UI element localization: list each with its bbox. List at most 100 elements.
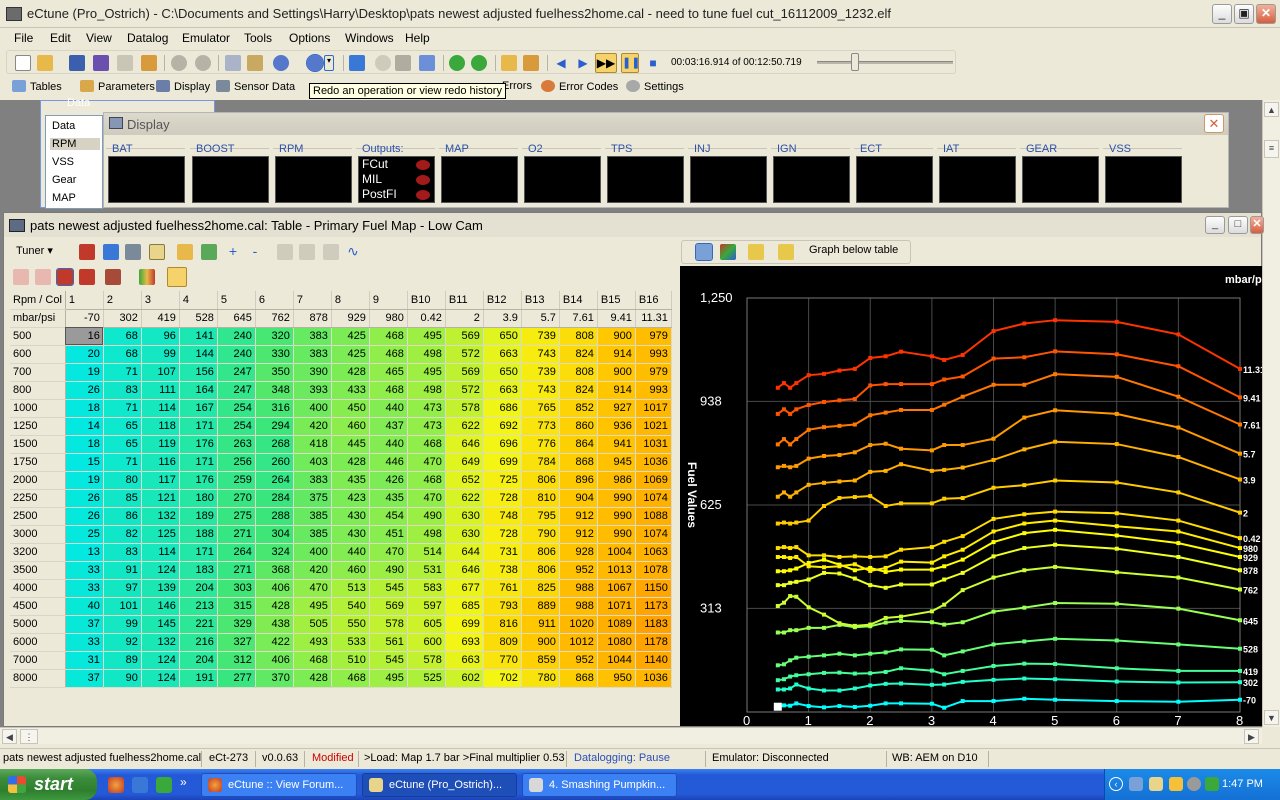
table-cell[interactable]: 979 (635, 327, 672, 346)
verify-icon[interactable] (195, 55, 211, 71)
map-axis-value[interactable]: 0.42 (407, 309, 446, 328)
table-cell[interactable]: 699 (483, 453, 522, 472)
table-cell[interactable]: 460 (331, 561, 370, 580)
table-cell[interactable]: 383 (293, 327, 332, 346)
table-cell[interactable]: 809 (483, 633, 522, 652)
table-cell[interactable]: 900 (597, 363, 636, 382)
map-axis-value[interactable]: 762 (255, 309, 294, 328)
table-cell[interactable]: 90 (103, 669, 142, 688)
table-cell[interactable]: 259 (217, 471, 256, 490)
redo-cell-icon[interactable] (35, 269, 51, 285)
scroll-down-arrow-icon[interactable]: ▼ (1264, 710, 1279, 725)
filter-settings-icon[interactable] (103, 244, 119, 260)
filter-icon[interactable] (79, 244, 95, 260)
table-cell[interactable]: 490 (369, 561, 408, 580)
table-cell[interactable]: 685 (445, 597, 484, 616)
rpm-row-header[interactable]: 4000 (10, 579, 66, 598)
table-cell[interactable]: 1031 (635, 435, 672, 454)
table-cell[interactable]: 176 (179, 435, 218, 454)
table-cell[interactable]: 139 (141, 579, 180, 598)
table-cell[interactable]: 498 (407, 381, 446, 400)
table-cell[interactable]: 454 (369, 507, 408, 526)
table-cell[interactable]: 430 (331, 525, 370, 544)
table-cell[interactable]: 650 (483, 363, 522, 382)
table-cell[interactable]: 37 (65, 669, 104, 688)
table-cell[interactable]: 465 (369, 363, 408, 382)
table-cell[interactable]: 171 (179, 453, 218, 472)
maximize-button[interactable]: ▣ (1234, 4, 1254, 24)
wave-icon[interactable]: ∿ (345, 244, 361, 260)
table-cell[interactable]: 141 (179, 327, 218, 346)
table-cell[interactable]: 1088 (635, 507, 672, 526)
table-cell[interactable]: 13 (65, 543, 104, 562)
burn-icon[interactable] (171, 55, 187, 71)
table-cell[interactable]: 440 (331, 543, 370, 562)
table-cell[interactable]: 82 (103, 525, 142, 544)
table-cell[interactable]: 470 (407, 453, 446, 472)
step-forward-icon[interactable]: ▶ (575, 55, 591, 71)
table-cell[interactable]: 445 (331, 435, 370, 454)
table-cell[interactable]: 743 (521, 381, 560, 400)
table-cell[interactable]: 468 (407, 435, 446, 454)
errors-button[interactable]: Errors (502, 80, 532, 92)
stop-icon[interactable]: ■ (645, 55, 661, 71)
copy-icon[interactable] (225, 55, 241, 71)
table-cell[interactable]: 738 (483, 561, 522, 580)
table-cell[interactable]: 990 (597, 507, 636, 526)
horizontal-scrollbar[interactable]: ◀ ⋮ ▶ (0, 727, 1262, 744)
table-cell[interactable]: 699 (445, 615, 484, 634)
table-cell[interactable]: 731 (483, 543, 522, 562)
quicklaunch-more-icon[interactable]: » (180, 775, 187, 789)
rpm-row-header[interactable]: 2500 (10, 507, 66, 526)
rpm-row-header[interactable]: 1750 (10, 453, 66, 472)
rpm-row-header[interactable]: 7000 (10, 651, 66, 670)
tray-expand-icon[interactable]: ‹ (1109, 777, 1123, 791)
table-cell[interactable]: 31 (65, 651, 104, 670)
table-cell[interactable]: 71 (103, 453, 142, 472)
data-item-vss[interactable]: VSS (52, 156, 74, 168)
menu-edit[interactable]: Edit (50, 31, 71, 45)
table-cell[interactable]: 438 (255, 615, 294, 634)
table-cell[interactable]: 927 (597, 399, 636, 418)
security-icon[interactable] (1169, 777, 1183, 791)
table-cell[interactable]: 254 (217, 399, 256, 418)
table-cell[interactable]: 111 (141, 381, 180, 400)
table-cell[interactable]: 470 (407, 489, 446, 508)
table-cell[interactable]: 696 (483, 435, 522, 454)
map-axis-value[interactable]: 419 (141, 309, 180, 328)
table-cell[interactable]: 770 (483, 651, 522, 670)
table-cell[interactable]: 428 (255, 597, 294, 616)
table-cell[interactable]: 646 (445, 435, 484, 454)
table-cell[interactable]: 728 (483, 489, 522, 508)
table-cell[interactable]: 864 (559, 435, 598, 454)
step-back-icon[interactable]: ◀ (553, 55, 569, 71)
rpm-row-header[interactable]: 3500 (10, 561, 66, 580)
table-cell[interactable]: 650 (483, 327, 522, 346)
menu-view[interactable]: View (86, 31, 112, 45)
table-cell[interactable]: 652 (445, 471, 484, 490)
increase-icon[interactable]: + (225, 244, 241, 260)
table-cell[interactable]: 385 (293, 507, 332, 526)
table-cell[interactable]: 605 (407, 615, 446, 634)
rpm-row-header[interactable]: 3200 (10, 543, 66, 562)
table-cell[interactable]: 176 (179, 471, 218, 490)
import-icon[interactable] (141, 55, 157, 71)
table-cell[interactable]: 406 (255, 651, 294, 670)
table-cell[interactable]: 65 (103, 417, 142, 436)
table-cell[interactable]: 247 (217, 381, 256, 400)
table-cell[interactable]: 124 (141, 561, 180, 580)
data-item-rpm[interactable]: RPM (50, 138, 100, 150)
table-cell[interactable]: 468 (369, 381, 408, 400)
graph-2d-icon[interactable] (695, 243, 713, 261)
graph-style-icon[interactable] (778, 244, 794, 260)
table-cell[interactable]: 761 (483, 579, 522, 598)
ie-icon[interactable] (132, 777, 148, 793)
data-list[interactable]: Data RPM VSS Gear MAP (45, 115, 103, 209)
table-cell[interactable]: 450 (331, 399, 370, 418)
table-cell[interactable]: 26 (65, 507, 104, 526)
table-cell[interactable]: 988 (559, 597, 598, 616)
record-icon[interactable] (375, 55, 391, 71)
tuner-dropdown[interactable]: Tuner ▾ (12, 242, 57, 259)
table-cell[interactable]: 68 (103, 327, 142, 346)
table-cell[interactable]: 164 (179, 381, 218, 400)
